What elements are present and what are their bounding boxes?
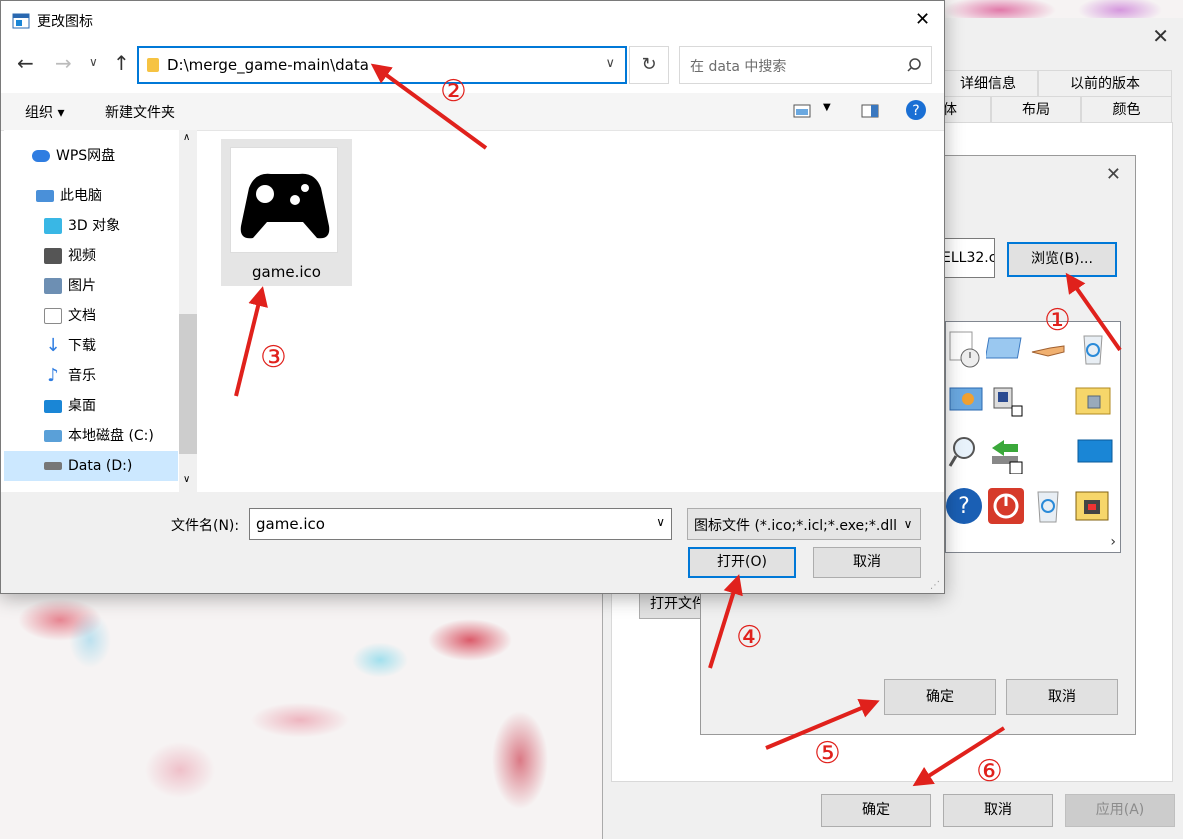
- annotation-label-1: ①: [1044, 303, 1071, 338]
- annotation-label-4: ④: [736, 620, 763, 655]
- annotation-layer: [234, 63, 1122, 787]
- annotation-arrow-2: [370, 63, 488, 150]
- annotation-label-2: ②: [440, 74, 467, 109]
- annotation-label-6: ⑥: [976, 754, 1003, 789]
- annotation-arrow-4: [708, 574, 743, 669]
- annotation-arrow-1: [1065, 272, 1122, 352]
- annotation-arrow-3: [234, 286, 268, 397]
- annotation-label-5: ⑤: [814, 736, 841, 771]
- annotation-label-3: ③: [260, 340, 287, 375]
